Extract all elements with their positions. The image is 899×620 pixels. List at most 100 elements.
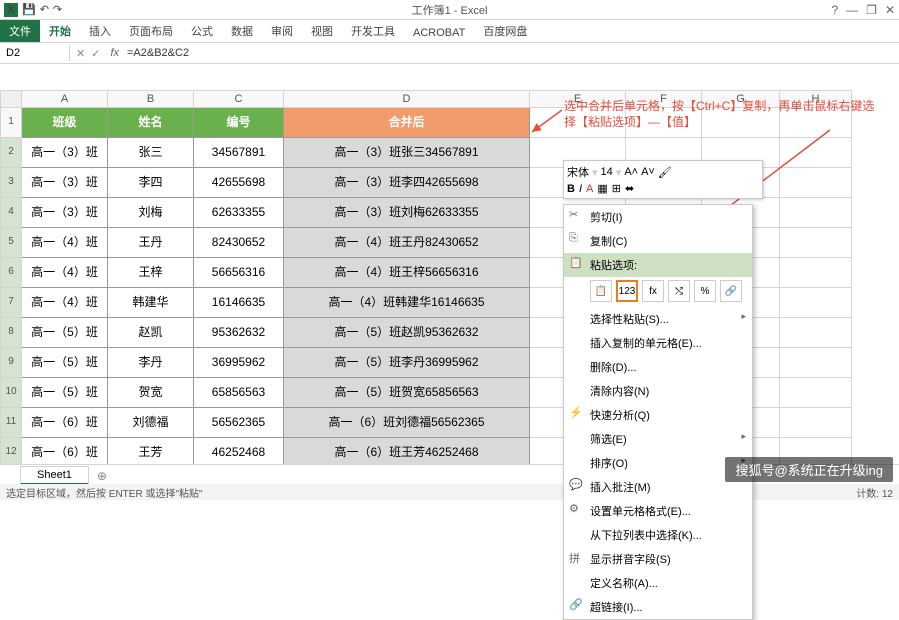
italic-button[interactable]: I xyxy=(579,183,582,195)
cell[interactable]: 王丹 xyxy=(108,228,194,258)
cell[interactable]: 赵凯 xyxy=(108,318,194,348)
tab-home[interactable]: 开始 xyxy=(40,20,80,42)
cell[interactable]: 高一（5）班赵凯95362632 xyxy=(284,318,530,348)
row-header[interactable]: 6 xyxy=(0,258,22,288)
tab-acrobat[interactable]: ACROBAT xyxy=(404,24,474,42)
menu-quick-analysis[interactable]: ⚡快速分析(Q) xyxy=(564,403,752,427)
cell[interactable]: 刘德福 xyxy=(108,408,194,438)
menu-clear[interactable]: 清除内容(N) xyxy=(564,379,752,403)
save-icon[interactable]: 💾 xyxy=(22,3,36,16)
paste-link-button[interactable]: 🔗 xyxy=(720,280,742,302)
cell[interactable]: 82430652 xyxy=(194,228,284,258)
paste-formula-button[interactable]: fx xyxy=(642,280,664,302)
col-header[interactable]: C xyxy=(194,90,284,108)
row-header[interactable]: 8 xyxy=(0,318,22,348)
undo-icon[interactable]: ↶ xyxy=(40,3,49,16)
name-box[interactable]: D2 xyxy=(0,45,70,61)
select-all-corner[interactable] xyxy=(0,90,22,108)
cell[interactable] xyxy=(780,378,852,408)
cell[interactable]: 高一（4）班王梓56656316 xyxy=(284,258,530,288)
cell[interactable]: 王梓 xyxy=(108,258,194,288)
menu-insert-copied[interactable]: 插入复制的单元格(E)... xyxy=(564,331,752,355)
menu-delete[interactable]: 删除(D)... xyxy=(564,355,752,379)
paste-all-button[interactable]: 📋 xyxy=(590,280,612,302)
paste-values-button[interactable]: 123 xyxy=(616,280,638,302)
cell[interactable]: 42655698 xyxy=(194,168,284,198)
cell[interactable] xyxy=(780,138,852,168)
paste-format-button[interactable]: % xyxy=(694,280,716,302)
row-header[interactable]: 7 xyxy=(0,288,22,318)
row-header[interactable]: 9 xyxy=(0,348,22,378)
cell[interactable]: 95362632 xyxy=(194,318,284,348)
menu-filter[interactable]: 筛选(E)▸ xyxy=(564,427,752,451)
cell[interactable] xyxy=(780,168,852,198)
cell[interactable]: 高一（4）班 xyxy=(22,258,108,288)
cell[interactable]: 高一（4）班王丹82430652 xyxy=(284,228,530,258)
tab-dev[interactable]: 开发工具 xyxy=(342,20,404,42)
redo-icon[interactable]: ↷ xyxy=(53,3,62,16)
minimize-icon[interactable]: — xyxy=(846,3,858,17)
cell[interactable]: 高一（4）班 xyxy=(22,288,108,318)
row-header[interactable]: 1 xyxy=(0,108,22,138)
cell[interactable]: 高一（6）班刘德福56562365 xyxy=(284,408,530,438)
menu-sort[interactable]: 排序(O)▸ xyxy=(564,451,752,475)
col-header[interactable]: D xyxy=(284,90,530,108)
cell[interactable] xyxy=(780,318,852,348)
font-name[interactable]: 宋体 xyxy=(567,164,589,180)
tab-formula[interactable]: 公式 xyxy=(182,20,222,42)
menu-cut[interactable]: ✂剪切(I) xyxy=(564,205,752,229)
cell[interactable]: 36995962 xyxy=(194,348,284,378)
spreadsheet-grid[interactable]: A B C D E F G H 12345678910111213 班级姓名编号… xyxy=(0,90,899,498)
formula-input[interactable]: =A2&B2&C2 xyxy=(123,47,189,59)
enter-icon[interactable]: ✓ xyxy=(91,47,100,60)
row-header[interactable]: 2 xyxy=(0,138,22,168)
row-header[interactable]: 11 xyxy=(0,408,22,438)
font-size[interactable]: 14 xyxy=(601,166,613,178)
cell[interactable]: 刘梅 xyxy=(108,198,194,228)
paste-transpose-button[interactable]: ⤭ xyxy=(668,280,690,302)
col-header[interactable]: A xyxy=(22,90,108,108)
cell[interactable]: 高一（3）班刘梅62633355 xyxy=(284,198,530,228)
cell[interactable] xyxy=(780,198,852,228)
cell[interactable]: 张三 xyxy=(108,138,194,168)
help-icon[interactable]: ? xyxy=(831,3,838,17)
cell[interactable]: 高一（5）班 xyxy=(22,318,108,348)
format-painter-icon[interactable]: 🖌 xyxy=(658,166,672,179)
menu-pinyin[interactable]: 拼显示拼音字段(S) xyxy=(564,547,752,571)
tab-layout[interactable]: 页面布局 xyxy=(120,20,182,42)
cell[interactable]: 高一（3）班 xyxy=(22,168,108,198)
font-color-icon[interactable]: A xyxy=(586,183,593,195)
tab-baidu[interactable]: 百度网盘 xyxy=(474,20,536,42)
close-icon[interactable]: ✕ xyxy=(885,3,895,17)
increase-font-icon[interactable]: A˄ xyxy=(624,166,638,178)
menu-paste-special[interactable]: 选择性粘贴(S)...▸ xyxy=(564,307,752,331)
restore-icon[interactable]: ❐ xyxy=(866,3,877,17)
cell[interactable]: 高一（4）班韩建华16146635 xyxy=(284,288,530,318)
cell[interactable]: 合并后 xyxy=(284,108,530,138)
menu-comment[interactable]: 💬插入批注(M) xyxy=(564,475,752,499)
cell[interactable] xyxy=(780,348,852,378)
menu-define-name[interactable]: 定义名称(A)... xyxy=(564,571,752,595)
cell[interactable]: 姓名 xyxy=(108,108,194,138)
cell[interactable]: 62633355 xyxy=(194,198,284,228)
cell[interactable]: 16146635 xyxy=(194,288,284,318)
cell[interactable]: 高一（3）班张三34567891 xyxy=(284,138,530,168)
menu-dropdown[interactable]: 从下拉列表中选择(K)... xyxy=(564,523,752,547)
row-header[interactable]: 5 xyxy=(0,228,22,258)
cell[interactable]: 李丹 xyxy=(108,348,194,378)
row-header[interactable]: 3 xyxy=(0,168,22,198)
cell[interactable]: 高一（5）班 xyxy=(22,378,108,408)
tab-review[interactable]: 审阅 xyxy=(262,20,302,42)
row-header[interactable]: 10 xyxy=(0,378,22,408)
cell[interactable]: 56562365 xyxy=(194,408,284,438)
row-header[interactable]: 4 xyxy=(0,198,22,228)
cell[interactable]: 65856563 xyxy=(194,378,284,408)
tab-insert[interactable]: 插入 xyxy=(80,20,120,42)
cell[interactable]: 贺宽 xyxy=(108,378,194,408)
fx-icon[interactable]: fx xyxy=(106,47,123,59)
cell[interactable]: 高一（3）班李四42655698 xyxy=(284,168,530,198)
fill-color-icon[interactable]: ▦ xyxy=(597,182,607,195)
merge-icon[interactable]: ⬌ xyxy=(625,182,634,195)
menu-hyperlink[interactable]: 🔗超链接(I)... xyxy=(564,595,752,619)
add-sheet-button[interactable]: ⊕ xyxy=(89,467,115,485)
